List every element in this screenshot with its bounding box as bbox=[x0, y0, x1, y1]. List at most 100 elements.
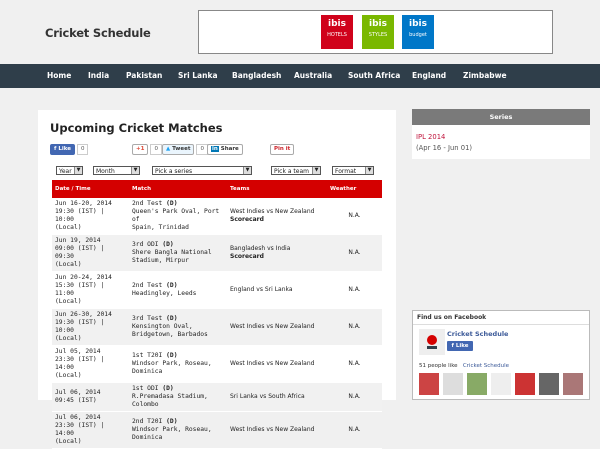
venue-line: Dominica bbox=[132, 434, 163, 441]
date-line: 19:30 (IST) | 10:00 bbox=[55, 208, 105, 223]
nav-home[interactable]: Home bbox=[47, 64, 71, 88]
ibis-hotels-logo: ibis HOTELS bbox=[321, 15, 353, 49]
team-select[interactable]: Pick a team ▼ bbox=[271, 166, 321, 175]
tweet-button[interactable]: ▲ Tweet bbox=[162, 143, 195, 155]
date-line: 09:00 (IST) | 09:30 bbox=[55, 245, 105, 260]
venue-line: Shere Bangla National bbox=[132, 249, 212, 256]
fb-page-name[interactable]: Cricket Schedule bbox=[447, 330, 508, 338]
facebook-like-button[interactable]: f Like bbox=[50, 143, 75, 155]
fan-avatar[interactable] bbox=[419, 373, 439, 395]
nav-pakistan[interactable]: Pakistan bbox=[126, 64, 162, 88]
venue-line: Bridgetown, Barbados bbox=[132, 331, 208, 338]
nav-zimbabwe[interactable]: Zimbabwe bbox=[463, 64, 507, 88]
teams-text: West Indies vs New Zealand bbox=[230, 426, 315, 433]
match-name[interactable]: 3rd Test bbox=[132, 315, 162, 322]
table-row: Jun 16-20, 2014 19:30 (IST) | 10:00 (Local… bbox=[52, 198, 382, 235]
match-name[interactable]: 3rd ODI bbox=[132, 241, 159, 248]
nav-bangladesh[interactable]: Bangladesh bbox=[232, 64, 281, 88]
main-content: Upcoming Cricket Matches f Like 0 +1 0 ▲… bbox=[38, 110, 396, 449]
tweet-widget[interactable]: ▲ Tweet 0 bbox=[162, 143, 208, 155]
teams-text: England vs Sri Lanka bbox=[230, 286, 293, 293]
col-date-time: Date / Time bbox=[52, 180, 129, 198]
match-teams: West Indies vs New Zealand bbox=[227, 411, 327, 449]
table-row: Jul 05, 2014 23:30 (IST) | 14:00 (Local) 1s… bbox=[52, 345, 382, 383]
table-row: Jun 20-24, 2014 15:30 (IST) | 11:00 (Local… bbox=[52, 271, 382, 309]
like-count: 0 bbox=[76, 143, 89, 155]
match-date: Jun 20-24, 2014 15:30 (IST) | 11:00 (Local… bbox=[52, 271, 129, 309]
ibis-budget-logo: ibis budget bbox=[402, 15, 434, 49]
month-select[interactable]: Month ▼ bbox=[93, 166, 140, 175]
fan-avatar[interactable] bbox=[563, 373, 583, 395]
nav-australia[interactable]: Australia bbox=[294, 64, 332, 88]
match-info: 1st T20I (D) Windsor Park, Roseau, Dominic… bbox=[129, 345, 227, 383]
teams-text: West Indies vs New Zealand bbox=[230, 323, 315, 330]
series-select[interactable]: Pick a series ▼ bbox=[152, 166, 252, 175]
date-line: Jun 16-20, 2014 bbox=[55, 200, 112, 207]
gplus-widget[interactable]: +1 0 bbox=[132, 143, 162, 155]
cricket-logo-icon bbox=[427, 335, 437, 349]
facebook-like-widget[interactable]: f Like 0 bbox=[50, 143, 89, 155]
match-weather: N.A. bbox=[327, 234, 382, 272]
linkedin-share-button[interactable]: in Share bbox=[207, 143, 243, 155]
match-weather: N.A. bbox=[327, 308, 382, 346]
linkedin-icon: in bbox=[211, 145, 219, 152]
teams-text: Bangladesh vs India bbox=[230, 245, 291, 252]
nav-south-africa[interactable]: South Africa bbox=[348, 64, 400, 88]
match-teams: West Indies vs New Zealand bbox=[227, 345, 327, 383]
match-teams: Sri Lanka vs South Africa bbox=[227, 382, 327, 412]
match-teams: West Indies vs New Zealand bbox=[227, 308, 327, 346]
fb-page-logo[interactable] bbox=[419, 329, 445, 355]
venue-line: Stadium, Mirpur bbox=[132, 257, 189, 264]
match-name[interactable]: 2nd Test bbox=[132, 282, 162, 289]
match-date: Jul 06, 2014 23:30 (IST) | 14:00 (Local) bbox=[52, 411, 129, 449]
match-name[interactable]: 2nd T20I bbox=[132, 418, 162, 425]
match-name[interactable]: 1st ODI bbox=[132, 385, 159, 392]
venue-line: Windsor Park, Roseau, bbox=[132, 426, 212, 433]
teams-text: West Indies vs New Zealand bbox=[230, 360, 315, 367]
venue-line: Headingley, Leeds bbox=[132, 290, 197, 297]
nav-india[interactable]: India bbox=[88, 64, 109, 88]
fb-like-button[interactable]: f Like bbox=[447, 341, 473, 351]
date-line: (Local) bbox=[55, 438, 82, 445]
fan-avatar[interactable] bbox=[467, 373, 487, 395]
date-line: 15:30 (IST) | 11:00 bbox=[55, 282, 105, 297]
pin-it-button[interactable]: Pin it bbox=[270, 143, 295, 155]
chevron-down-icon: ▼ bbox=[131, 167, 139, 174]
scorecard-link[interactable]: Scorecard bbox=[230, 253, 324, 261]
date-line: (Local) bbox=[55, 224, 82, 231]
pinterest-widget[interactable]: Pin it bbox=[270, 143, 295, 155]
match-format: (D) bbox=[166, 315, 178, 322]
site-title[interactable]: Cricket Schedule bbox=[45, 26, 151, 40]
fan-avatar[interactable] bbox=[491, 373, 511, 395]
match-name[interactable]: 2nd Test bbox=[132, 200, 162, 207]
nav-england[interactable]: England bbox=[412, 64, 446, 88]
venue-line: Dominica bbox=[132, 368, 163, 375]
venue-line: Windsor Park, Roseau, bbox=[132, 360, 212, 367]
venue-line: Queen's Park Oval, Port of bbox=[132, 208, 220, 223]
fan-avatar[interactable] bbox=[515, 373, 535, 395]
table-row: Jun 19, 2014 09:00 (IST) | 09:30 (Local) 3r… bbox=[52, 234, 382, 272]
match-date: Jun 26-30, 2014 19:30 (IST) | 10:00 (Local… bbox=[52, 308, 129, 346]
date-line: (Local) bbox=[55, 335, 82, 342]
twitter-bird-icon: ▲ bbox=[166, 145, 171, 152]
year-select[interactable]: Year ▼ bbox=[56, 166, 83, 175]
ad-banner[interactable]: ibis HOTELS ibis STYLES ibis budget bbox=[198, 10, 553, 54]
match-info: 2nd Test (D) Headingley, Leeds bbox=[129, 271, 227, 309]
ibis-styles-logo: ibis STYLES bbox=[362, 15, 394, 49]
match-format: (D) bbox=[166, 282, 178, 289]
match-format: (D) bbox=[166, 200, 178, 207]
scorecard-link[interactable]: Scorecard bbox=[230, 216, 324, 224]
linkedin-widget[interactable]: in Share bbox=[207, 143, 243, 155]
gplus-button[interactable]: +1 bbox=[132, 143, 149, 155]
date-line: 19:30 (IST) | 10:00 bbox=[55, 319, 105, 334]
chevron-down-icon: ▼ bbox=[312, 167, 320, 174]
chevron-down-icon: ▼ bbox=[74, 167, 82, 174]
match-info: 3rd ODI (D) Shere Bangla National Stadium,… bbox=[129, 234, 227, 272]
match-name[interactable]: 1st T20I bbox=[132, 352, 162, 359]
date-line: (Local) bbox=[55, 261, 82, 268]
format-select[interactable]: Format ▼ bbox=[332, 166, 374, 175]
series-link-ipl[interactable]: IPL 2014 bbox=[416, 133, 445, 141]
fan-avatar[interactable] bbox=[539, 373, 559, 395]
fan-avatar[interactable] bbox=[443, 373, 463, 395]
nav-sri-lanka[interactable]: Sri Lanka bbox=[178, 64, 218, 88]
